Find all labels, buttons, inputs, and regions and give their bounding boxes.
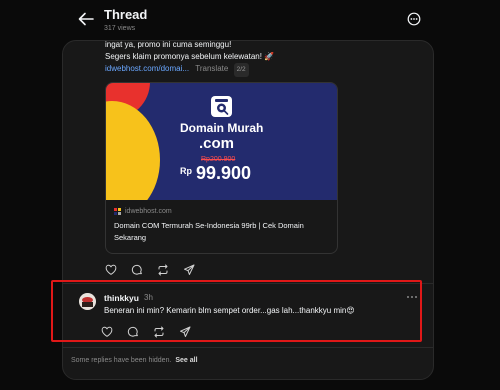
post-actions [105, 264, 195, 276]
card-banner-image: Domain Murah .com Rp200.900 Rp 99.900 [106, 83, 337, 200]
share-icon[interactable] [183, 264, 195, 276]
comment-icon[interactable] [131, 264, 143, 276]
brand-logo-icon [211, 96, 232, 117]
hidden-replies-text: Some replies have been hidden. [71, 357, 172, 364]
post-line-2: Segers klaim promonya sebelum kelewatan!… [105, 52, 275, 61]
currency-label: Rp [180, 166, 192, 176]
old-price: Rp200.900 [201, 156, 236, 163]
banner-extension: .com [199, 135, 235, 152]
like-heart-icon[interactable] [101, 326, 113, 338]
reply-divider [63, 347, 433, 348]
post-link-row: idwebhost.com/domai... Translate 2/2 [105, 63, 274, 77]
reply-text: Beneran ini min? Kemarin blm sempet orde… [104, 306, 355, 315]
reply-timestamp: 3h [144, 293, 153, 302]
reply-username[interactable]: thinkkyu [104, 293, 139, 303]
reply-more-icon[interactable] [405, 292, 419, 302]
share-icon[interactable] [179, 326, 191, 338]
page-title: Thread [104, 7, 148, 22]
post-line-1: ingat ya, promo ini cuma seminggu! [105, 40, 232, 49]
post-link[interactable]: idwebhost.com/domai... [105, 64, 189, 73]
views-count: 317 views [104, 25, 136, 32]
reply-item: thinkkyu 3h Beneran ini min? Kemarin blm… [63, 283, 433, 345]
more-options-icon[interactable] [407, 12, 421, 26]
translate-link[interactable]: Translate [195, 64, 228, 73]
thread-panel: ingat ya, promo ini cuma seminggu! Seger… [62, 40, 434, 380]
like-heart-icon[interactable] [105, 264, 117, 276]
link-preview-card[interactable]: Domain Murah .com Rp200.900 Rp 99.900 id… [105, 82, 338, 254]
banner-yellow-shape [106, 101, 160, 200]
card-title: Domain COM Termurah Se-Indonesia 99rb | … [114, 221, 304, 242]
thread-header: Thread 317 views [0, 0, 500, 40]
reply-actions [101, 326, 191, 338]
repost-icon[interactable] [153, 326, 165, 338]
back-arrow-icon[interactable] [78, 12, 94, 26]
card-meta: idwebhost.com Domain COM Termurah Se-Ind… [114, 208, 334, 244]
hidden-replies-note: Some replies have been hidden. See all [71, 357, 198, 364]
card-domain: idwebhost.com [125, 208, 172, 215]
banner-title: Domain Murah [180, 121, 264, 135]
post-body: ingat ya, promo ini cuma seminggu! Seger… [105, 40, 275, 77]
translate-badge: 2/2 [233, 63, 249, 77]
comment-icon[interactable] [127, 326, 139, 338]
avatar[interactable] [79, 293, 96, 310]
repost-icon[interactable] [157, 264, 169, 276]
favicon-icon [114, 208, 121, 215]
see-all-link[interactable]: See all [175, 357, 197, 364]
new-price: 99.900 [196, 163, 252, 183]
card-domain-row: idwebhost.com [114, 208, 334, 215]
